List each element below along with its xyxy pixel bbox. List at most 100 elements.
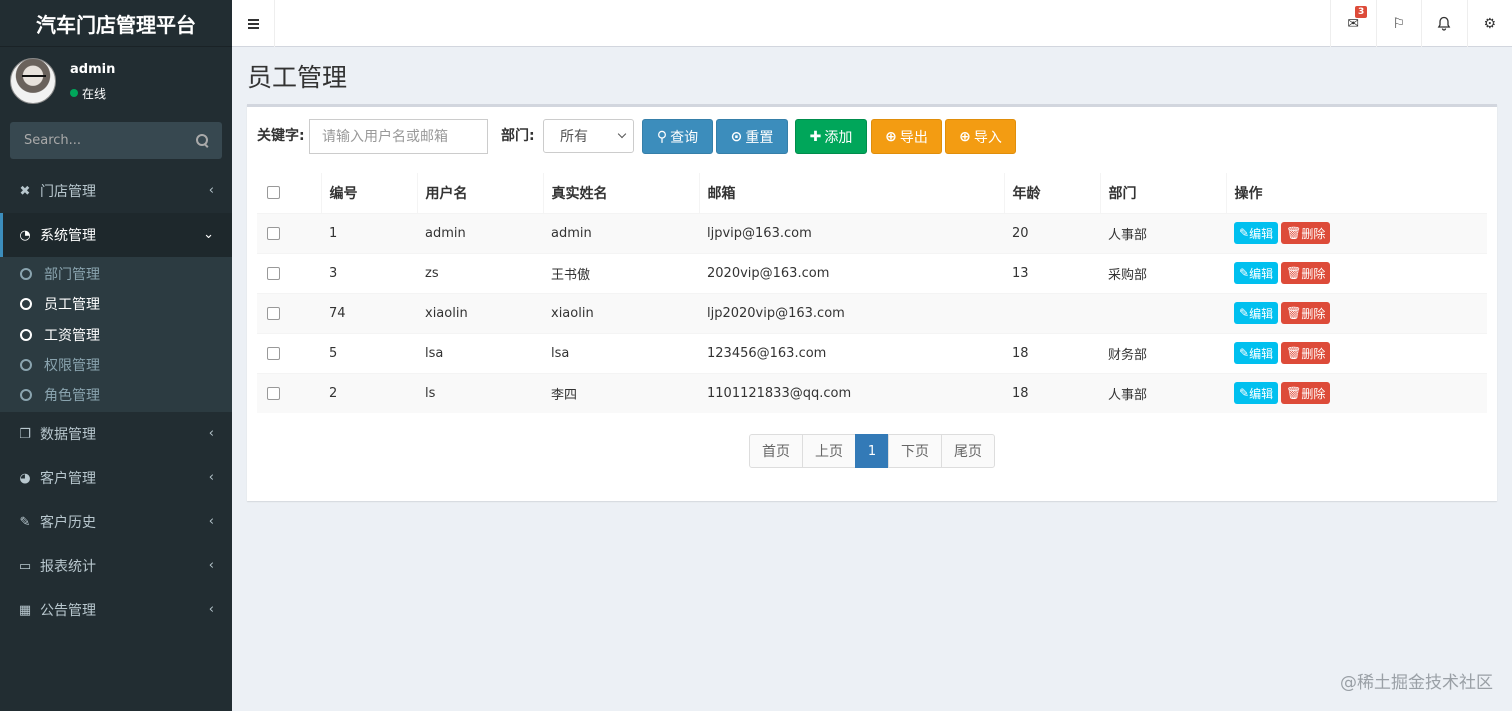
cell-email: 2020vip@163.com [699, 252, 1004, 293]
col-header-username[interactable]: 用户名 [417, 173, 544, 213]
circle-icon [20, 298, 32, 311]
search-icon[interactable] [196, 133, 210, 148]
sidebar-item-notice[interactable]: ▦ 公告管理 ‹ [0, 588, 232, 632]
sidebar-toggle-button[interactable] [232, 0, 275, 47]
chevron-left-icon: ‹ [208, 470, 214, 486]
page-current-button[interactable]: 1 [855, 434, 889, 468]
edit-button[interactable]: ✎ 编辑 [1234, 222, 1279, 244]
reset-button[interactable]: ⊙ 重置 [716, 119, 788, 154]
topbar: ✉ 3 ⚐ ⚙ [232, 0, 1512, 47]
circle-icon [20, 359, 32, 372]
edit-icon: ✎ [19, 514, 31, 530]
circle-icon [20, 389, 32, 402]
table-row: 3 zs 王书傲 2020vip@163.com 13 采购部 ✎ 编辑 🗑 删除 [257, 252, 1487, 293]
row-select-cell [257, 372, 321, 413]
cell-username: zs [417, 252, 543, 293]
delete-button[interactable]: 🗑 删除 [1281, 262, 1331, 284]
avatar [10, 57, 56, 104]
sidebar-item-label: 公告管理 [40, 603, 96, 620]
col-header-age[interactable]: 年龄 [1004, 173, 1101, 213]
row-checkbox[interactable] [267, 386, 280, 400]
delete-button[interactable]: 🗑 删除 [1281, 302, 1331, 324]
table-row: 74 xiaolin xiaolin ljp2020vip@163.com ✎ 编辑 🗑 删除 [257, 292, 1487, 333]
query-button[interactable]: ⚲ 查询 [642, 119, 713, 154]
sidebar-subitem-role[interactable]: 角色管理 [0, 380, 232, 410]
page-prev-button[interactable]: 上页 [802, 434, 856, 468]
search-input[interactable] [24, 133, 174, 148]
settings-button[interactable]: ⚙ [1466, 0, 1512, 47]
select-all-checkbox[interactable] [267, 186, 280, 200]
edit-button-label: 编辑 [1249, 226, 1274, 241]
cell-realname: lsa [543, 332, 699, 373]
pencil-icon: ✎ [1239, 386, 1250, 401]
cell-username: ls [417, 372, 543, 413]
cell-id: 74 [321, 292, 417, 333]
sidebar-subitem-employee[interactable]: 员工管理 [0, 289, 232, 319]
row-checkbox[interactable] [267, 226, 280, 240]
edit-button[interactable]: ✎ 编辑 [1234, 262, 1279, 284]
cell-email: ljpvip@163.com [699, 212, 1004, 253]
col-header-dept[interactable]: 部门 [1100, 173, 1227, 213]
col-header-email[interactable]: 邮箱 [699, 173, 1005, 213]
sidebar-item-history[interactable]: ✎ 客户历史 ‹ [0, 500, 232, 544]
edit-button[interactable]: ✎ 编辑 [1234, 302, 1279, 324]
edit-button[interactable]: ✎ 编辑 [1234, 342, 1279, 364]
notifications-button[interactable] [1421, 0, 1467, 47]
bell-icon [1437, 16, 1451, 31]
reset-icon: ⊙ [730, 128, 743, 145]
dept-label: 部门: [501, 128, 535, 144]
store-icon: ✖ [19, 183, 31, 199]
table-row: 5 lsa lsa 123456@163.com 18 财务部 ✎ 编辑 🗑 删除 [257, 332, 1487, 373]
sidebar-subitem-permission[interactable]: 权限管理 [0, 350, 232, 380]
import-button[interactable]: ⊕ 导入 [945, 119, 1016, 154]
messages-button[interactable]: ✉ 3 [1330, 0, 1376, 47]
sidebar-item-report[interactable]: ▭ 报表统计 ‹ [0, 544, 232, 588]
sidebar-subitem-salary[interactable]: 工资管理 [0, 320, 232, 350]
row-checkbox[interactable] [267, 266, 280, 280]
employee-box: 关键字: 部门: 所有 ⚲查询 ⊙重置 ✚添加 ⊕导出 ⊕导入 编号 用户名 [247, 104, 1497, 501]
sidebar-item-store[interactable]: ✖ 门店管理 ‹ [0, 169, 232, 213]
app-title[interactable]: 汽车门店管理平台 [0, 0, 232, 47]
row-checkbox[interactable] [267, 306, 280, 320]
dept-select-value: 所有 [560, 129, 588, 145]
chevron-left-icon: ‹ [208, 514, 214, 530]
page-last-button[interactable]: 尾页 [941, 434, 995, 468]
sidebar-item-label: 门店管理 [40, 184, 96, 200]
row-checkbox[interactable] [267, 346, 280, 360]
user-status: 在线 [70, 85, 115, 102]
sidebar-subitem-dept[interactable]: 部门管理 [0, 259, 232, 289]
dashboard-icon: ◔ [19, 227, 31, 243]
sidebar-item-label: 客户管理 [40, 471, 96, 488]
export-button[interactable]: ⊕ 导出 [871, 119, 942, 154]
trash-icon: 🗑 [1286, 346, 1302, 360]
delete-button[interactable]: 🗑 删除 [1281, 222, 1331, 244]
cell-username: admin [417, 212, 543, 253]
sidebar-subitem-label: 部门管理 [44, 267, 100, 284]
delete-button[interactable]: 🗑 删除 [1281, 342, 1331, 364]
cell-age: 13 [1004, 252, 1100, 293]
cell-id: 5 [321, 332, 417, 373]
pencil-icon: ✎ [1239, 346, 1250, 360]
sidebar-item-system[interactable]: ◔ 系统管理 ⌄ [0, 213, 232, 257]
laptop-icon: ▭ [18, 558, 32, 574]
row-select-cell [257, 292, 321, 333]
col-header-id[interactable]: 编号 [321, 173, 418, 213]
cell-dept: 人事部 [1100, 372, 1226, 413]
tasks-button[interactable]: ⚐ [1375, 0, 1422, 47]
dept-select[interactable]: 所有 [543, 119, 634, 153]
chevron-left-icon: ‹ [208, 602, 214, 618]
page-next-button[interactable]: 下页 [888, 434, 942, 468]
sidebar-item-data[interactable]: ❐ 数据管理 ‹ [0, 412, 232, 456]
sidebar-search [10, 122, 222, 159]
delete-button[interactable]: 🗑 删除 [1281, 382, 1331, 405]
circle-icon [20, 268, 32, 281]
sidebar-subitem-label: 员工管理 [44, 297, 100, 314]
add-button[interactable]: ✚ 添加 [795, 119, 867, 154]
edit-button[interactable]: ✎ 编辑 [1234, 382, 1279, 405]
sidebar-item-customer[interactable]: ◕ 客户管理 ‹ [0, 456, 232, 500]
keyword-input[interactable] [309, 119, 488, 154]
col-header-realname[interactable]: 真实姓名 [543, 173, 700, 213]
chevron-left-icon: ‹ [208, 426, 214, 442]
table-header-row: 编号 用户名 真实姓名 邮箱 年龄 部门 操作 [257, 173, 1487, 213]
page-first-button[interactable]: 首页 [749, 434, 803, 468]
